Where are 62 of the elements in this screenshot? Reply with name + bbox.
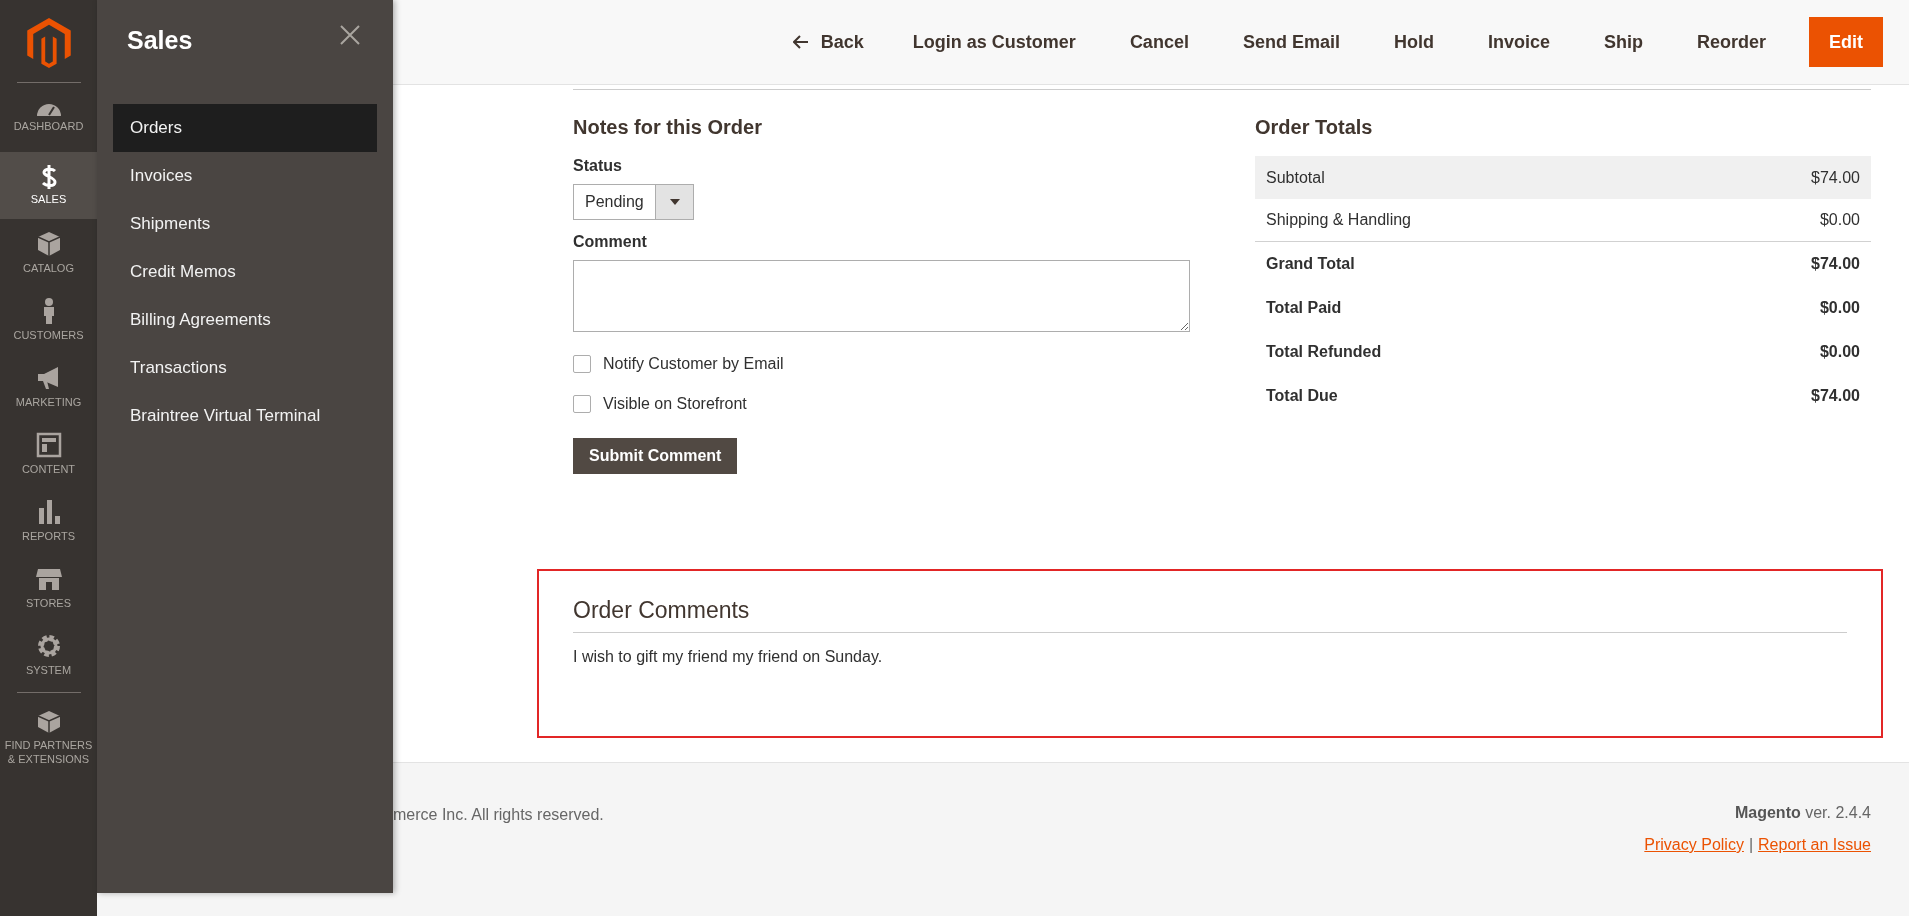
flyout-menu-item[interactable]: Transactions <box>113 343 377 392</box>
nav-item[interactable]: CONTENT <box>0 420 97 487</box>
back-button[interactable]: Back <box>772 17 884 67</box>
flyout-menu-item[interactable]: Orders <box>113 103 377 152</box>
nav-item[interactable]: FIND PARTNERS & EXTENSIONS <box>0 697 97 775</box>
submit-comment-button[interactable]: Submit Comment <box>573 438 738 474</box>
nav-item[interactable]: CATALOG <box>0 219 97 286</box>
caret-icon <box>669 199 680 205</box>
layout-icon <box>34 431 63 459</box>
action-button[interactable]: Ship <box>1578 17 1668 67</box>
action-button[interactable]: Invoice <box>1462 17 1575 67</box>
nav-item[interactable]: DASHBOARD <box>0 85 97 152</box>
comment-textarea[interactable] <box>573 260 1190 332</box>
flyout-menu-item[interactable]: Billing Agreements <box>113 295 377 344</box>
nav-item[interactable]: REPORTS <box>0 487 97 554</box>
nav-item[interactable]: MARKETING <box>0 353 97 420</box>
field-label: Status <box>573 156 623 176</box>
comment-text: I wish to gift my friend my friend on Sunday. <box>573 646 884 667</box>
total-label: Total Paid <box>1266 298 1342 318</box>
section-title: Order Totals <box>1255 115 1374 140</box>
total-label: Subtotal <box>1266 167 1325 188</box>
dollar-sign-icon <box>40 165 57 189</box>
section-title: Notes for this Order <box>573 115 763 140</box>
magento-logo-icon[interactable] <box>26 18 71 68</box>
checkbox[interactable] <box>573 355 591 373</box>
total-value: $74.00 <box>1811 167 1860 188</box>
edit-button[interactable]: Edit <box>1809 17 1883 67</box>
close-icon[interactable] <box>339 24 361 46</box>
flyout-menu-item[interactable]: Invoices <box>113 151 377 200</box>
checkbox[interactable] <box>573 395 591 413</box>
status-select[interactable]: Pending <box>573 184 694 220</box>
total-label: Total Due <box>1266 386 1338 406</box>
total-label: Total Refunded <box>1266 342 1382 362</box>
action-button[interactable]: Cancel <box>1104 17 1214 67</box>
nav-item[interactable]: SYSTEM <box>0 621 97 688</box>
total-label: Shipping & Handling <box>1266 210 1411 230</box>
left-arrow-icon <box>792 35 809 49</box>
total-value: $74.00 <box>1811 386 1860 406</box>
section-title: Order Comments <box>573 593 1847 633</box>
total-value: $0.00 <box>1819 298 1860 318</box>
version-text: Magento ver. 2.4.4 <box>1734 803 1871 823</box>
checkbox-label: Visible on Storefront <box>603 394 747 414</box>
nav-item[interactable]: STORES <box>0 554 97 621</box>
total-label: Grand Total <box>1266 254 1355 274</box>
flyout-menu-item[interactable]: Credit Memos <box>113 247 377 296</box>
nav-item[interactable]: CUSTOMERS <box>0 286 97 353</box>
action-button[interactable]: Login as Customer <box>887 17 1101 67</box>
dashboard-gauge-icon <box>34 104 63 116</box>
action-button[interactable]: Send Email <box>1217 17 1365 67</box>
field-label: Comment <box>573 232 648 252</box>
total-value: $0.00 <box>1819 210 1860 230</box>
nav-item[interactable]: SALES <box>0 152 97 219</box>
flyout-menu-item[interactable]: Braintree Virtual Terminal <box>113 391 377 440</box>
copyright-text: merce Inc. All rights reserved. <box>393 805 604 825</box>
action-button[interactable]: Reorder <box>1671 17 1791 67</box>
action-button[interactable]: Hold <box>1368 17 1459 67</box>
flyout-menu-item[interactable]: Shipments <box>113 199 377 248</box>
total-value: $74.00 <box>1811 254 1860 274</box>
total-value: $0.00 <box>1819 342 1860 362</box>
checkbox-label: Notify Customer by Email <box>603 354 784 374</box>
flyout-title: Sales <box>127 25 193 56</box>
separator-text: | <box>1748 835 1754 855</box>
